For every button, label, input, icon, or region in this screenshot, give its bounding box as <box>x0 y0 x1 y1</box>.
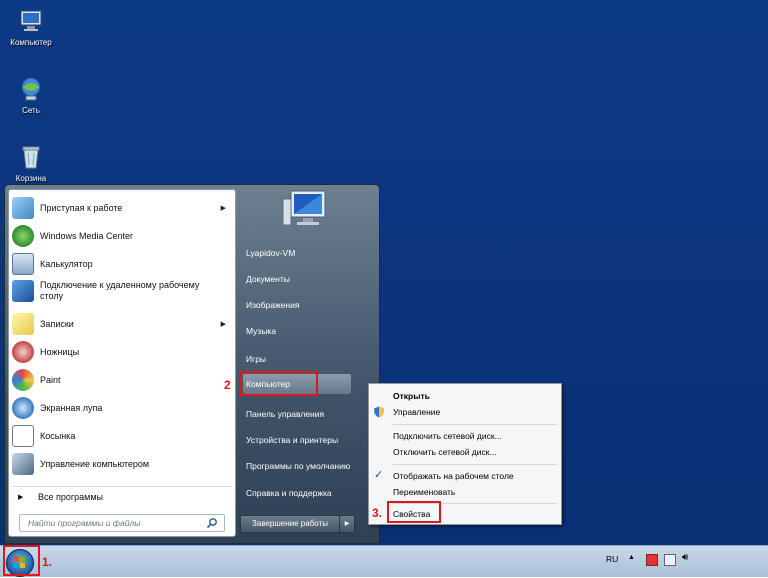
tray-arrow-icon[interactable]: ▲ <box>628 554 635 561</box>
desktop-icon-label: Корзина <box>15 174 47 183</box>
paint-icon <box>12 368 34 391</box>
highlight-start-button <box>3 545 40 576</box>
right-item-documents[interactable]: Документы <box>243 269 373 289</box>
program-label: Косынка <box>40 430 76 441</box>
submenu-arrow-icon: ▶ <box>220 320 226 328</box>
start-menu: Приступая к работе ▶ Windows Media Cente… <box>4 184 380 544</box>
program-getting-started[interactable]: Приступая к работе ▶ <box>12 194 232 221</box>
desktop: Компьютер Сеть Корзина Приступая к работ… <box>0 0 768 577</box>
volume-icon[interactable]: 🔊︎ <box>682 552 688 563</box>
shield-icon <box>373 406 385 418</box>
program-solitaire[interactable]: Косынка <box>12 422 232 449</box>
scissors-icon <box>12 340 34 363</box>
desktop-icon-network[interactable]: Сеть <box>0 76 62 115</box>
sticky-notes-icon <box>12 312 34 335</box>
ctx-show-on-desktop[interactable]: Отображать на рабочем столе <box>393 468 559 484</box>
program-label: Калькулятор <box>40 258 93 269</box>
menu-separator <box>393 464 557 465</box>
desktop-icon-label: Сеть <box>22 106 40 115</box>
ctx-manage[interactable]: Управление <box>393 404 559 420</box>
triangle-right-icon: ▶ <box>18 494 24 501</box>
language-indicator[interactable]: RU <box>606 554 618 564</box>
network-icon <box>18 76 44 102</box>
right-item-help-support[interactable]: Справка и поддержка <box>243 483 373 503</box>
action-center-icon[interactable] <box>646 554 658 566</box>
right-item-user[interactable]: Lyapidov-VM <box>243 243 373 263</box>
right-item-games[interactable]: Игры <box>243 349 373 369</box>
submenu-arrow-icon: ▶ <box>220 204 226 212</box>
search-input[interactable] <box>26 517 206 529</box>
highlight-computer <box>240 371 318 396</box>
getting-started-icon <box>12 196 34 219</box>
desktop-icon-recycle-bin[interactable]: Корзина <box>0 144 62 183</box>
program-magnifier[interactable]: Экранная лупа <box>12 394 232 421</box>
program-media-center[interactable]: Windows Media Center <box>12 222 232 249</box>
ctx-map-network-drive[interactable]: Подключить сетевой диск... <box>393 428 559 444</box>
checkmark-icon: ✓ <box>374 469 384 481</box>
taskbar: RU ▲ 🔊︎ <box>0 545 768 577</box>
program-label: Подключение к удаленному рабочему столу <box>40 280 200 301</box>
step-label-1: 1. <box>42 555 53 569</box>
program-computer-management[interactable]: Управление компьютером <box>12 450 232 477</box>
menu-separator <box>393 424 557 425</box>
program-label: Ножницы <box>40 346 80 357</box>
calculator-icon <box>12 252 34 275</box>
solitaire-icon <box>12 424 34 447</box>
desktop-icon-label: Компьютер <box>10 38 52 47</box>
user-picture <box>281 187 333 233</box>
ctx-open[interactable]: Открыть <box>393 388 559 404</box>
right-item-control-panel[interactable]: Панель управления <box>243 404 373 424</box>
program-paint[interactable]: Paint <box>12 366 232 393</box>
program-label: Paint <box>40 374 61 385</box>
shutdown-options-button[interactable]: ▶ <box>339 515 355 533</box>
highlight-properties <box>387 501 441 523</box>
program-snipping-tool[interactable]: Ножницы <box>12 338 232 365</box>
all-programs-label: Все программы <box>38 492 104 502</box>
network-tray-icon[interactable] <box>664 554 676 566</box>
computer-management-icon <box>12 452 34 475</box>
recycle-bin-icon <box>18 144 44 170</box>
shutdown-button[interactable]: Завершение работы <box>240 515 340 533</box>
right-item-default-programs[interactable]: Программы по умолчанию <box>243 456 373 476</box>
media-center-icon <box>12 224 34 247</box>
programs-pane: Приступая к работе ▶ Windows Media Cente… <box>8 189 236 537</box>
program-label: Экранная лупа <box>40 402 103 413</box>
program-sticky-notes[interactable]: Записки ▶ <box>12 310 232 337</box>
program-label: Управление компьютером <box>40 458 150 469</box>
program-label: Windows Media Center <box>40 230 134 241</box>
search-icon[interactable] <box>206 517 218 529</box>
step-label-2: 2 <box>224 378 231 392</box>
all-programs-button[interactable]: ▶ Все программы <box>12 486 232 507</box>
right-item-devices-printers[interactable]: Устройства и принтеры <box>243 430 373 450</box>
search-box <box>19 514 225 532</box>
right-item-music[interactable]: Музыка <box>243 321 373 341</box>
magnifier-icon <box>12 396 34 419</box>
program-label: Приступая к работе <box>40 202 123 213</box>
desktop-icon-computer[interactable]: Компьютер <box>0 8 62 47</box>
program-label: Записки <box>40 318 74 329</box>
computer-icon <box>18 8 44 34</box>
remote-desktop-icon <box>12 280 34 302</box>
program-remote-desktop[interactable]: Подключение к удаленному рабочему столу <box>12 278 232 308</box>
ctx-rename[interactable]: Переименовать <box>393 484 559 500</box>
program-calculator[interactable]: Калькулятор <box>12 250 232 277</box>
step-label-3: 3. <box>372 506 383 520</box>
right-item-pictures[interactable]: Изображения <box>243 295 373 315</box>
ctx-disconnect-network-drive[interactable]: Отключить сетевой диск... <box>393 444 559 460</box>
